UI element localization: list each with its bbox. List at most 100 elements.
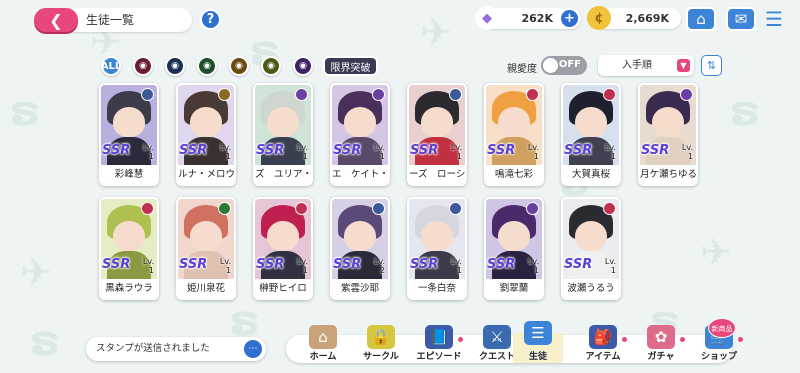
home-button[interactable]: ⌂ — [686, 7, 716, 31]
nav-item-6[interactable]: ✿ ガチャ — [631, 315, 691, 363]
nav-label: ガチャ — [647, 352, 675, 362]
rarity-badge: SSR — [564, 143, 593, 158]
stamp-notice: スタンプが送信されました ⋯ — [86, 337, 266, 361]
element-icon — [295, 88, 308, 101]
chevron-left-icon: ❮ — [49, 10, 63, 30]
level-value: 1 — [148, 266, 154, 275]
student-name: ルナ・メロウ — [178, 165, 234, 184]
level-prefix: Lv. — [142, 143, 154, 152]
portrait-face — [267, 221, 299, 251]
level-prefix: Lv. — [373, 257, 385, 266]
portrait-face — [267, 107, 299, 137]
level-badge: Lv. 1 — [605, 143, 616, 161]
level-value: 1 — [533, 266, 539, 275]
sword-icon: ⚔ — [483, 325, 511, 349]
level-value: 1 — [456, 152, 462, 161]
rarity-badge: SSR — [487, 257, 516, 272]
portrait-face — [575, 221, 607, 251]
element-icon: ◉ — [299, 61, 307, 71]
element-filter-4[interactable]: ◉ — [229, 56, 249, 76]
affection-toggle[interactable]: OFF — [541, 56, 587, 75]
rarity-badge: SSR — [487, 143, 516, 158]
element-filter-2[interactable]: ◉ — [165, 56, 185, 76]
home-nav-icon: ⌂ — [309, 325, 337, 349]
element-filter-1[interactable]: ◉ — [133, 56, 153, 76]
add-gems-button[interactable]: + — [561, 10, 578, 27]
rarity-badge: SSR — [333, 257, 362, 272]
portrait-face — [498, 107, 530, 137]
level-prefix: Lv. — [604, 143, 616, 152]
nav-item-5[interactable]: 🎒 アイテム — [573, 315, 633, 363]
rarity-badge: SSR — [179, 143, 208, 158]
level-badge: Lv. 1 — [297, 143, 308, 161]
sort-order-button[interactable]: ⇅ — [701, 55, 722, 76]
student-card[interactable]: SSR Lv. 1 劉翠蘭 — [484, 197, 544, 300]
filter-all[interactable]: ALL — [101, 56, 121, 76]
student-card[interactable]: SSR Lv. 1 ルナ・メロウ — [176, 83, 236, 186]
student-card[interactable]: SSR Lv. 1 波瀬うるう — [561, 197, 621, 300]
coin-value: 2,669K — [625, 12, 669, 25]
toggle-knob — [543, 58, 558, 73]
portrait-face — [421, 107, 453, 137]
element-icon — [218, 202, 231, 215]
chat-icon[interactable]: ⋯ — [244, 340, 262, 358]
book-icon: 📘 — [425, 325, 453, 349]
student-name: 黒森ラウラ — [101, 279, 157, 298]
level-value: 2 — [379, 266, 385, 275]
student-card[interactable]: SSR Lv. 1 ズ ユリア・ — [253, 83, 313, 186]
student-card[interactable]: SSR Lv. 1 姫川泉花 — [176, 197, 236, 300]
nav-item-4[interactable]: ☰ 生徒 — [513, 321, 563, 363]
student-card[interactable]: SSR Lv. 1 黒森ラウラ — [99, 197, 159, 300]
element-icon — [372, 202, 385, 215]
level-prefix: Lv. — [604, 257, 616, 266]
element-filter-6[interactable]: ◉ — [293, 56, 313, 76]
element-icon: ◉ — [235, 61, 243, 71]
mail-button[interactable]: ✉ — [726, 7, 756, 31]
nav-item-0[interactable]: ⌂ ホーム — [293, 315, 353, 363]
gem-value: 262K — [521, 12, 554, 25]
element-icon: ◉ — [171, 61, 179, 71]
rarity-badge: SSR — [179, 257, 208, 272]
level-badge: Lv. 1 — [297, 257, 308, 275]
level-badge: Lv. 1 — [374, 143, 385, 161]
level-prefix: Lv. — [527, 143, 539, 152]
nav-item-1[interactable]: 🔒 サークル — [351, 315, 411, 363]
student-name: 鳴滝七彩 — [486, 165, 542, 184]
limit-break-filter[interactable]: 限界突破 — [323, 56, 378, 76]
student-card[interactable]: SSR Lv. 1 月ケ瀬ちゆる — [638, 83, 698, 186]
student-card[interactable]: SSR Lv. 1 エ ケイト・ — [330, 83, 390, 186]
notification-dot — [622, 337, 627, 342]
student-name: ズ ユリア・ — [255, 165, 311, 184]
student-icon: ☰ — [524, 321, 552, 345]
student-card[interactable]: SSR Lv. 1 榊野ヒイロ — [253, 197, 313, 300]
element-filter-3[interactable]: ◉ — [197, 56, 217, 76]
student-name: 彩峰慧 — [101, 165, 157, 184]
circle-lock-icon: 🔒 — [367, 325, 395, 349]
portrait-face — [498, 221, 530, 251]
student-name: 波瀬うるう — [563, 279, 619, 298]
level-badge: Lv. 1 — [451, 143, 462, 161]
student-card[interactable]: SSR Lv. 2 紫雲沙耶 — [330, 197, 390, 300]
student-card[interactable]: SSR Lv. 1 彩峰慧 — [99, 83, 159, 186]
sort-dropdown[interactable]: 入手順 ▼ — [598, 55, 694, 76]
student-card[interactable]: SSR Lv. 1 ーズ ローシ — [407, 83, 467, 186]
level-badge: Lv. 1 — [143, 143, 154, 161]
student-card[interactable]: SSR Lv. 1 一条白奈 — [407, 197, 467, 300]
student-card[interactable]: SSR Lv. 1 大賀真桜 — [561, 83, 621, 186]
portrait-face — [113, 221, 145, 251]
chevron-down-icon: ▼ — [677, 59, 690, 72]
level-value: 1 — [148, 152, 154, 161]
notification-dot — [738, 337, 743, 342]
element-icon — [449, 88, 462, 101]
element-icon: ◉ — [203, 61, 211, 71]
element-filter-5[interactable]: ◉ — [261, 56, 281, 76]
student-card[interactable]: SSR Lv. 1 鳴滝七彩 — [484, 83, 544, 186]
help-button[interactable]: ? — [200, 9, 221, 30]
back-button[interactable]: ❮ — [34, 8, 78, 32]
menu-button[interactable]: ☰ — [762, 7, 786, 31]
gacha-icon: ✿ — [647, 325, 675, 349]
nav-item-2[interactable]: 📘 エピソード — [409, 315, 469, 363]
element-icon — [218, 88, 231, 101]
element-icon — [603, 88, 616, 101]
page-title: 生徒一覧 — [64, 8, 192, 32]
